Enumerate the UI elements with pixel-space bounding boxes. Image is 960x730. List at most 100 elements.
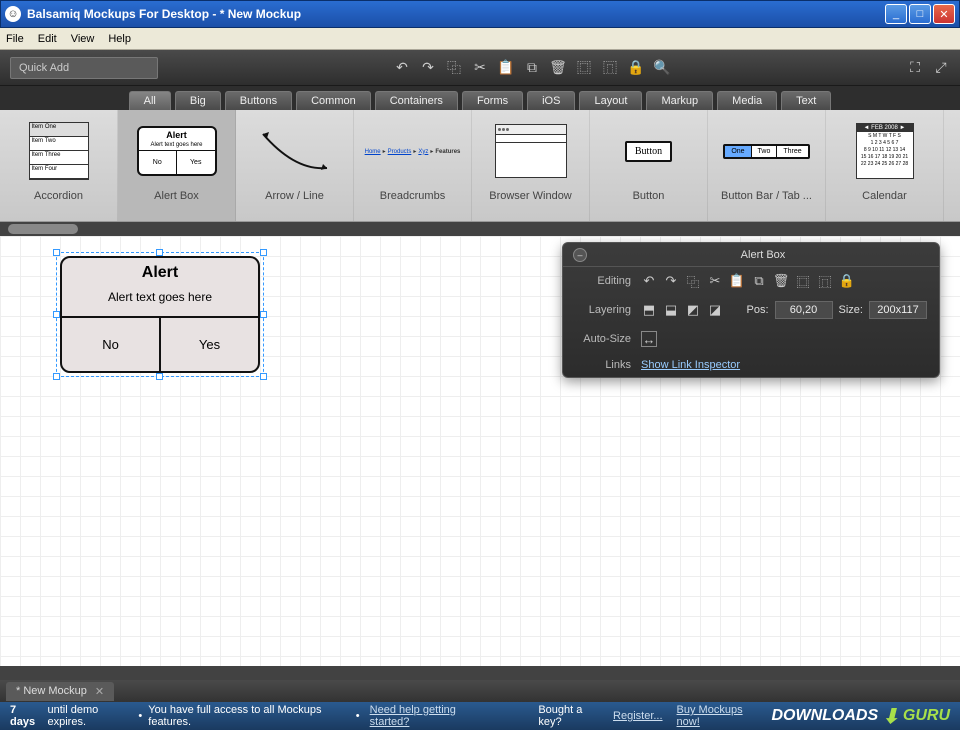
component-library: Item OneItem TwoItem ThreeItem Four Acco… (0, 110, 960, 222)
redo-icon[interactable]: ↷ (419, 59, 437, 77)
lib-alertbox[interactable]: AlertAlert text goes hereNoYes Alert Box (118, 110, 236, 221)
lock-icon[interactable]: 🔒 (839, 273, 855, 289)
tab-common[interactable]: Common (296, 91, 371, 110)
lib-button[interactable]: Button Button (590, 110, 708, 221)
resize-handle[interactable] (260, 373, 267, 380)
inspector-links-label: Links (575, 359, 631, 371)
resize-handle[interactable] (260, 311, 267, 318)
undo-icon[interactable]: ↶ (641, 273, 657, 289)
buy-link[interactable]: Buy Mockups now! (677, 704, 762, 728)
category-tabs: All Big Buttons Common Containers Forms … (0, 86, 960, 110)
window-titlebar: ☺ Balsamiq Mockups For Desktop - * New M… (0, 0, 960, 28)
paste-icon[interactable]: 📋 (729, 273, 745, 289)
lib-browser[interactable]: Browser Window (472, 110, 590, 221)
lib-label: Calendar (830, 190, 939, 202)
search-icon[interactable]: 🔍 (653, 59, 671, 77)
autosize-icon[interactable]: ↔ (641, 331, 657, 347)
canvas-alertbox-widget[interactable]: Alert Alert text goes here No Yes (60, 256, 260, 373)
cut-icon[interactable]: ✂ (471, 59, 489, 77)
main-toolbar: Quick Add ↶ ↷ ⿻ ✂ 📋 ⧉ 🗑 ⿴ ⿵ 🔒 🔍 ⛶ ⤢ (0, 50, 960, 86)
register-link[interactable]: Register... (613, 710, 663, 722)
document-tab[interactable]: * New Mockup ✕ (6, 682, 114, 701)
tab-text[interactable]: Text (781, 91, 831, 110)
lib-label: Button (594, 190, 703, 202)
duplicate-icon[interactable]: ⧉ (523, 59, 541, 77)
watermark: DOWNLOADS⬇GURU (771, 704, 950, 729)
lib-label: Breadcrumbs (358, 190, 467, 202)
lib-arrow[interactable]: Arrow / Line (236, 110, 354, 221)
ungroup-icon[interactable]: ⿵ (601, 59, 619, 77)
copy-icon[interactable]: ⿻ (685, 273, 701, 289)
canvas-scrollbar[interactable] (0, 666, 960, 680)
copy-icon[interactable]: ⿻ (445, 59, 463, 77)
cut-icon[interactable]: ✂ (707, 273, 723, 289)
help-link[interactable]: Need help getting started? (370, 704, 489, 728)
resize-handle[interactable] (260, 249, 267, 256)
widget-no-button: No (62, 318, 161, 371)
alertbox-thumb: AlertAlert text goes hereNoYes (137, 126, 217, 176)
lib-label: Accordion (4, 190, 113, 202)
bring-front-icon[interactable]: ⬒ (641, 302, 657, 318)
inspector-minimize-icon[interactable]: – (573, 248, 587, 262)
accordion-thumb: Item OneItem TwoItem ThreeItem Four (29, 122, 89, 180)
resize-handle[interactable] (53, 249, 60, 256)
tab-forms[interactable]: Forms (462, 91, 523, 110)
minimize-button[interactable]: _ (885, 4, 907, 24)
delete-icon[interactable]: 🗑 (549, 59, 567, 77)
menu-edit[interactable]: Edit (38, 33, 57, 45)
tab-markup[interactable]: Markup (646, 91, 713, 110)
close-tab-icon[interactable]: ✕ (95, 685, 104, 698)
tab-ios[interactable]: iOS (527, 91, 575, 110)
tab-media[interactable]: Media (717, 91, 777, 110)
resize-handle[interactable] (53, 373, 60, 380)
tab-buttons[interactable]: Buttons (225, 91, 292, 110)
send-back-icon[interactable]: ◪ (707, 302, 723, 318)
menu-file[interactable]: File (6, 33, 24, 45)
lib-buttonbar[interactable]: OneTwoThree Button Bar / Tab ... (708, 110, 826, 221)
document-tab-label: * New Mockup (16, 685, 87, 697)
tab-all[interactable]: All (129, 91, 171, 110)
lib-breadcrumbs[interactable]: Home▸Products▸Xyz▸Features Breadcrumbs (354, 110, 472, 221)
lib-label: Button Bar / Tab ... (712, 190, 821, 202)
pos-label: Pos: (747, 304, 769, 316)
pos-input[interactable]: 60,20 (775, 301, 833, 319)
resize-handle[interactable] (156, 373, 163, 380)
paste-icon[interactable]: 📋 (497, 59, 515, 77)
tab-containers[interactable]: Containers (375, 91, 458, 110)
resize-handle[interactable] (53, 311, 60, 318)
inspector-autosize-label: Auto-Size (575, 333, 631, 345)
inspector-panel[interactable]: – Alert Box Editing ↶ ↷ ⿻ ✂ 📋 ⧉ 🗑 ⿴ ⿵ 🔒 … (562, 242, 940, 378)
close-button[interactable]: ✕ (933, 4, 955, 24)
canvas[interactable]: Alert Alert text goes here No Yes – Aler… (0, 236, 960, 666)
ungroup-icon[interactable]: ⿵ (817, 273, 833, 289)
quickadd-input[interactable]: Quick Add (10, 57, 158, 79)
size-label: Size: (839, 304, 863, 316)
access-text: You have full access to all Mockups feat… (148, 704, 350, 728)
lock-icon[interactable]: 🔒 (627, 59, 645, 77)
show-link-inspector-link[interactable]: Show Link Inspector (641, 359, 740, 371)
duplicate-icon[interactable]: ⧉ (751, 273, 767, 289)
fullscreen-icon[interactable]: ⤢ (932, 59, 950, 77)
library-scrollbar[interactable] (0, 222, 960, 236)
widget-yes-button: Yes (161, 318, 258, 371)
resize-handle[interactable] (156, 249, 163, 256)
undo-icon[interactable]: ↶ (393, 59, 411, 77)
group-icon[interactable]: ⿴ (575, 59, 593, 77)
toggle-ui-icon[interactable]: ⛶ (906, 59, 924, 77)
bring-forward-icon[interactable]: ⬓ (663, 302, 679, 318)
arrow-thumb (255, 126, 335, 176)
delete-icon[interactable]: 🗑 (773, 273, 789, 289)
group-icon[interactable]: ⿴ (795, 273, 811, 289)
maximize-button[interactable]: □ (909, 4, 931, 24)
calendar-thumb: ◄ FEB 2008 ►S M T W T F S1 2 3 4 5 6 78 … (856, 123, 914, 179)
size-input[interactable]: 200x117 (869, 301, 927, 319)
menu-help[interactable]: Help (108, 33, 131, 45)
send-backward-icon[interactable]: ◩ (685, 302, 701, 318)
tab-layout[interactable]: Layout (579, 91, 642, 110)
menu-view[interactable]: View (71, 33, 95, 45)
trial-days: 7 days (10, 704, 42, 728)
redo-icon[interactable]: ↷ (663, 273, 679, 289)
tab-big[interactable]: Big (175, 91, 221, 110)
lib-calendar[interactable]: ◄ FEB 2008 ►S M T W T F S1 2 3 4 5 6 78 … (826, 110, 944, 221)
lib-accordion[interactable]: Item OneItem TwoItem ThreeItem Four Acco… (0, 110, 118, 221)
